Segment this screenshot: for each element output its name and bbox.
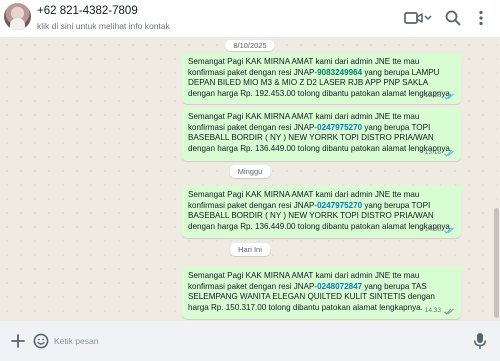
message-time: 13.16 <box>424 92 441 100</box>
read-ticks-icon <box>444 150 454 157</box>
video-call-icon <box>404 12 432 24</box>
menu-button[interactable] <box>476 8 486 28</box>
read-ticks-icon <box>444 93 454 100</box>
bubble-tail <box>460 267 466 274</box>
message-bubble[interactable]: Semangat Pagi KAK MIRNA AMAT kami dari a… <box>182 186 466 238</box>
voice-message-button[interactable] <box>473 331 487 351</box>
resi-number[interactable]: 9083249964 <box>317 68 362 77</box>
message-time: 13.18 <box>424 149 441 157</box>
read-ticks-icon <box>444 227 454 234</box>
resi-number[interactable]: 0248072847 <box>317 282 362 291</box>
message-list[interactable]: 8/10/2025 Semangat Pagi KAK MIRNA AMAT k… <box>0 38 500 321</box>
contact-name: +62 821-4382-7809 <box>37 5 138 17</box>
scrollbar[interactable] <box>494 208 499 318</box>
contact-info-hint: klik di sini untuk melihat info kontak <box>37 21 170 31</box>
composer <box>0 321 500 361</box>
message-meta: 14.33 <box>425 306 455 317</box>
message-meta: 13.16 <box>425 91 455 102</box>
message-time: 14.33 <box>424 307 441 315</box>
plus-icon <box>11 334 25 348</box>
resi-number[interactable]: 0247975270 <box>317 123 362 132</box>
message-bubble[interactable]: Semangat Pagi KAK MIRNA AMAT kami dari a… <box>182 267 466 319</box>
bubble-tail <box>460 186 466 193</box>
mic-icon <box>474 333 486 349</box>
message-bubble[interactable]: Semangat Pagi KAK MIRNA AMAT kami dari a… <box>182 108 461 161</box>
attach-button[interactable] <box>9 332 27 350</box>
chat-header[interactable]: +62 821-4382-7809 klik di sini untuk mel… <box>0 0 500 38</box>
search-icon <box>445 10 461 26</box>
message-time: 14.36 <box>424 226 441 234</box>
avatar[interactable] <box>4 3 31 30</box>
message-meta: 13.18 <box>425 148 455 159</box>
date-separator: 8/10/2025 <box>225 40 275 51</box>
contact-info[interactable]: +62 821-4382-7809 klik di sini untuk mel… <box>37 4 170 32</box>
message-bubble[interactable]: Semangat Pagi KAK MIRNA AMAT kami dari a… <box>182 53 466 104</box>
message-input[interactable] <box>44 328 464 354</box>
message-meta: 14.36 <box>425 225 455 236</box>
bubble-tail <box>460 53 466 60</box>
date-separator: Hari Ini <box>230 243 270 256</box>
resi-number[interactable]: 0247975270 <box>317 201 362 210</box>
delivered-ticks-icon <box>444 308 454 315</box>
search-button[interactable] <box>444 8 462 28</box>
video-call-button[interactable] <box>404 8 432 28</box>
date-separator: Minggu <box>229 165 271 178</box>
menu-icon <box>479 10 483 26</box>
